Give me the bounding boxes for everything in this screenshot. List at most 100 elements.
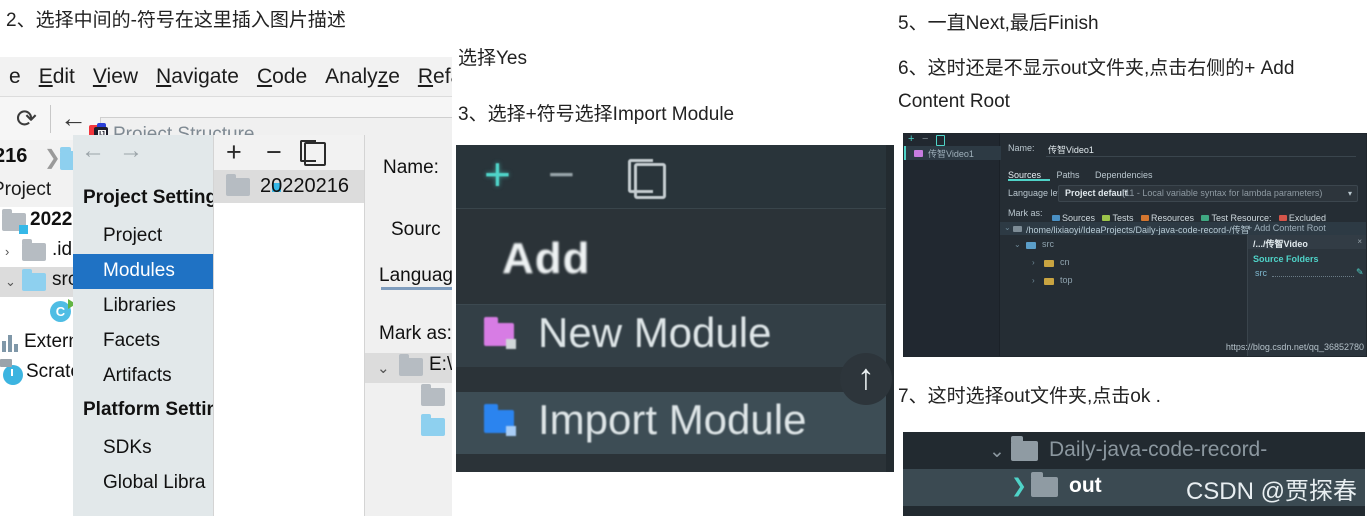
source-folder-icon: [1026, 242, 1036, 249]
nav-group-header-platform-settings: Platform Setting: [83, 399, 230, 420]
back-arrow-icon[interactable]: ←: [60, 104, 87, 132]
source-folder-icon: [22, 269, 46, 291]
chevron-down-icon[interactable]: ⌄: [989, 442, 1005, 462]
module-list-item[interactable]: 传智Video1: [904, 146, 1001, 160]
tree-row-out[interactable]: ❯ out CSDN @贾探春: [903, 469, 1365, 506]
tree-row-project[interactable]: ⌄ Daily-java-code-record-: [903, 435, 1365, 469]
add-button[interactable]: +: [484, 151, 511, 197]
watermark-url: https://blog.csdn.net/qq_36852780: [1225, 342, 1364, 352]
gray-folder-icon: [22, 239, 46, 261]
nav-item-project[interactable]: Project: [73, 219, 213, 254]
chevron-down-icon[interactable]: ⌄: [377, 359, 390, 377]
module-folder-icon: [2, 209, 28, 234]
package-folder-icon: [1044, 260, 1054, 267]
remove-module-button[interactable]: −: [266, 136, 282, 168]
breadcrumb-separator: ❯: [44, 147, 61, 169]
scrollbar[interactable]: [886, 145, 894, 472]
detail-sources-tab[interactable]: Sourc: [391, 219, 441, 241]
scroll-to-top-icon[interactable]: [840, 351, 892, 405]
tree-row-top[interactable]: › top: [1000, 273, 1247, 289]
remove-button[interactable]: −: [922, 134, 928, 146]
ide-menubar: e Edit View Navigate Code Analyze Refact…: [0, 57, 452, 96]
close-icon[interactable]: ×: [1366, 267, 1367, 276]
menu-item-label: New Module: [538, 309, 772, 356]
nav-item-global-libraries[interactable]: Global Libra: [73, 466, 213, 501]
detail-tree-row[interactable]: [365, 413, 452, 443]
dialog-modules-column: + − 20220216: [213, 135, 366, 516]
nav-item-facets[interactable]: Facets: [73, 324, 213, 359]
breadcrumb-project[interactable]: 216: [0, 145, 27, 168]
tree-label: .id: [52, 239, 73, 260]
tree-row-src[interactable]: ⌄ src: [1000, 237, 1247, 253]
add-content-root-button[interactable]: + Add Content Root: [1247, 223, 1326, 233]
detail-name-label: Name:: [383, 157, 439, 178]
modules-toolbar: + −: [456, 145, 894, 209]
note-select-yes: 选择Yes: [458, 48, 527, 69]
menu-item-label: Import Module: [538, 396, 807, 443]
add-module-popup-capture: + − Add New Module Import Module: [456, 145, 894, 472]
detail-tree-row[interactable]: [365, 383, 452, 413]
pencil-icon[interactable]: ✎: [1356, 267, 1364, 278]
copy-icon[interactable]: [936, 135, 945, 146]
add-button[interactable]: +: [908, 134, 914, 146]
menu-file[interactable]: e: [0, 65, 30, 89]
menu-view[interactable]: View: [84, 65, 147, 89]
arrow-right-icon[interactable]: →: [119, 139, 143, 163]
language-level-select[interactable]: Project default (11 - Local variable syn…: [1058, 185, 1358, 202]
menu-edit[interactable]: Edit: [30, 65, 84, 89]
module-sources-capture: + − 传智Video1 Name: 传智Video1 Sources Path…: [903, 133, 1367, 357]
tab-paths[interactable]: Paths: [1056, 170, 1079, 180]
chevron-down-icon[interactable]: ⌄: [5, 274, 16, 290]
chevron-down-icon[interactable]: ⌄: [1004, 223, 1011, 232]
close-icon[interactable]: ×: [1357, 237, 1362, 246]
nav-item-artifacts[interactable]: Artifacts: [73, 359, 213, 394]
menu-item-new-module[interactable]: New Module: [456, 305, 894, 367]
mark-as-label: Mark as:: [1008, 208, 1043, 218]
detail-content-root-row[interactable]: ⌄ E:\: [365, 353, 452, 383]
copy-icon[interactable]: [628, 159, 666, 199]
chevron-down-icon[interactable]: ⌄: [1014, 240, 1021, 249]
gray-folder-icon: [421, 384, 445, 406]
import-module-icon: [484, 404, 516, 436]
module-folder-icon: [914, 150, 923, 157]
source-folder-icon: [421, 414, 445, 436]
source-folder-entry[interactable]: src: [1255, 268, 1267, 278]
tree-label: src: [1042, 239, 1054, 249]
name-label: Name:: [1008, 143, 1035, 153]
external-libraries-icon: [2, 334, 19, 352]
menu-code[interactable]: Code: [248, 65, 316, 89]
nav-item-sdks[interactable]: SDKs: [73, 431, 213, 466]
chevron-right-icon[interactable]: ›: [1032, 276, 1035, 285]
note-step3: 3、选择+符号选择Import Module: [458, 104, 735, 125]
watermark: CSDN @贾探春: [1185, 478, 1357, 505]
chevron-right-icon[interactable]: ›: [1032, 258, 1035, 267]
tab-dependencies[interactable]: Dependencies: [1095, 170, 1153, 180]
tree-row-cn[interactable]: › cn: [1000, 255, 1247, 271]
nav-item-libraries[interactable]: Libraries: [73, 289, 213, 324]
module-list-item[interactable]: 20220216: [214, 170, 366, 203]
note-step6: 6、这时还是不显示out文件夹,点击右侧的+ Add Content Root: [898, 58, 1295, 113]
detail-mark-as-label: Mark as:: [379, 323, 452, 344]
copy-module-icon[interactable]: [300, 140, 326, 166]
chevron-right-icon[interactable]: ›: [5, 244, 9, 259]
remove-button[interactable]: −: [548, 151, 575, 197]
menu-item-import-module[interactable]: Import Module: [456, 392, 894, 454]
note-step5: 5、一直Next,最后Finish: [898, 13, 1099, 34]
language-level-value: Project default: [1065, 188, 1128, 198]
refresh-icon[interactable]: ⟳: [16, 106, 37, 132]
java-class-icon: C: [50, 299, 76, 322]
modules-toolbar: + −: [214, 135, 366, 170]
menu-navigate[interactable]: Navigate: [147, 65, 248, 89]
name-input[interactable]: 传智Video1: [1048, 143, 1094, 156]
content-root-row[interactable]: ⌄ /home/lixiaoyi/IdeaProjects/Daily-java…: [1000, 222, 1366, 235]
chevron-right-icon[interactable]: ❯: [1011, 477, 1027, 497]
menu-analyze[interactable]: Analyze: [316, 65, 409, 89]
add-module-button[interactable]: +: [226, 136, 242, 168]
nav-item-modules[interactable]: Modules: [73, 254, 213, 289]
arrow-left-icon[interactable]: ←: [81, 139, 105, 163]
tree-label: Daily-java-code-record-: [1049, 438, 1268, 461]
menu-refactor[interactable]: Refacto: [409, 65, 452, 89]
name-underline: [1046, 156, 1356, 157]
tab-label-project: Project: [0, 179, 52, 200]
new-module-icon: [484, 317, 516, 349]
